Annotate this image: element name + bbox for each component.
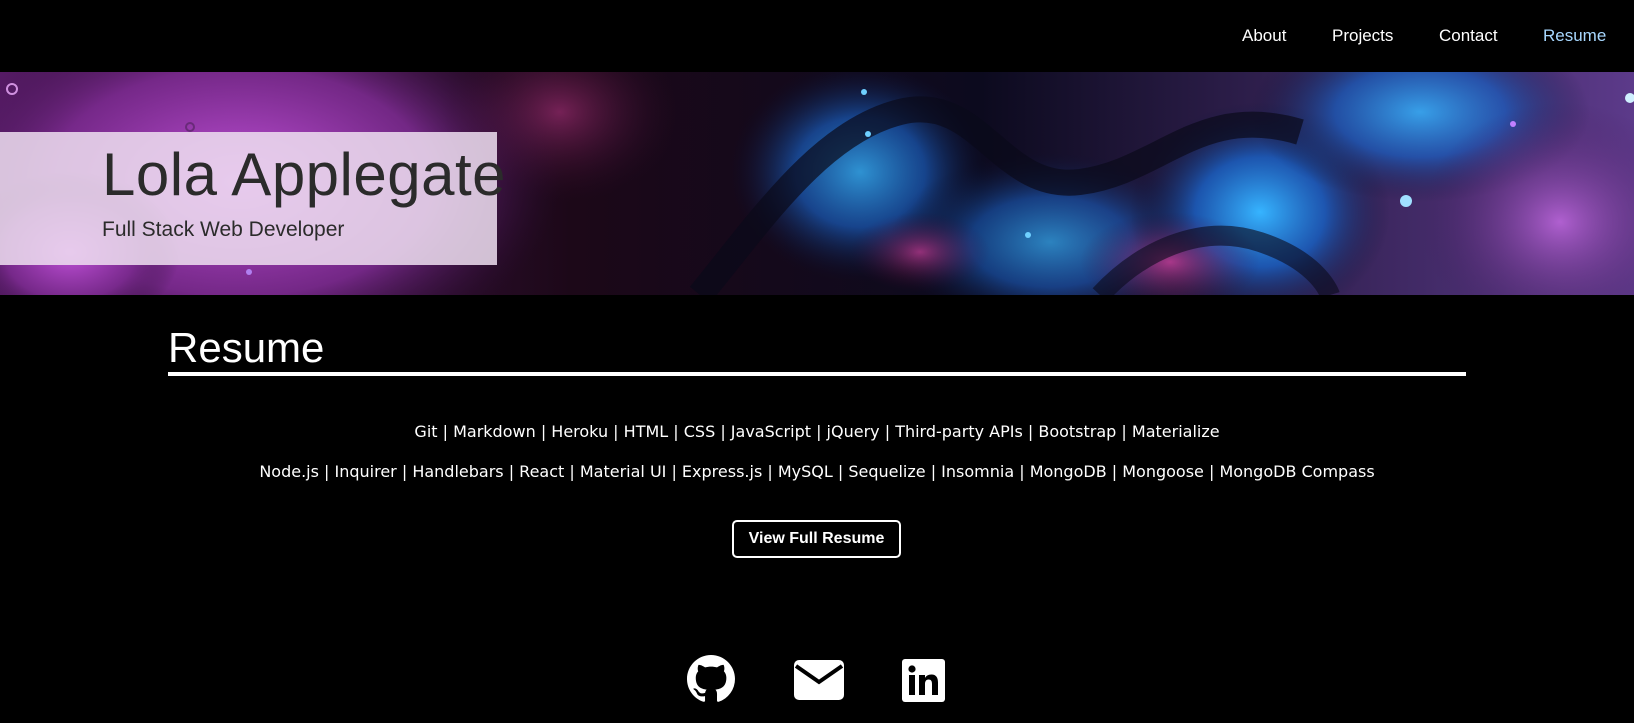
section-divider [168, 372, 1466, 376]
section-title: Resume [168, 324, 325, 371]
name-card: Lola Applegate Full Stack Web Developer [0, 132, 506, 265]
envelope-icon[interactable] [794, 660, 844, 705]
nav-link-contact[interactable]: Contact [1439, 26, 1498, 46]
skills-list-line-2: Node.js | Inquirer | Handlebars | React … [259, 462, 1375, 481]
github-icon[interactable] [687, 655, 735, 708]
view-full-resume-button[interactable]: View Full Resume [732, 520, 901, 558]
linkedin-icon[interactable] [902, 659, 945, 707]
skills-list-line-1: Git | Markdown | Heroku | HTML | CSS | J… [414, 422, 1220, 441]
site-title: Lola Applegate [102, 141, 507, 208]
nav-link-about[interactable]: About [1242, 26, 1286, 46]
navbar: About Projects Contact Resume [0, 0, 1634, 72]
nav-link-resume[interactable]: Resume [1543, 26, 1606, 46]
site-subtitle: Full Stack Web Developer [102, 218, 345, 241]
nav-link-projects[interactable]: Projects [1332, 26, 1393, 46]
